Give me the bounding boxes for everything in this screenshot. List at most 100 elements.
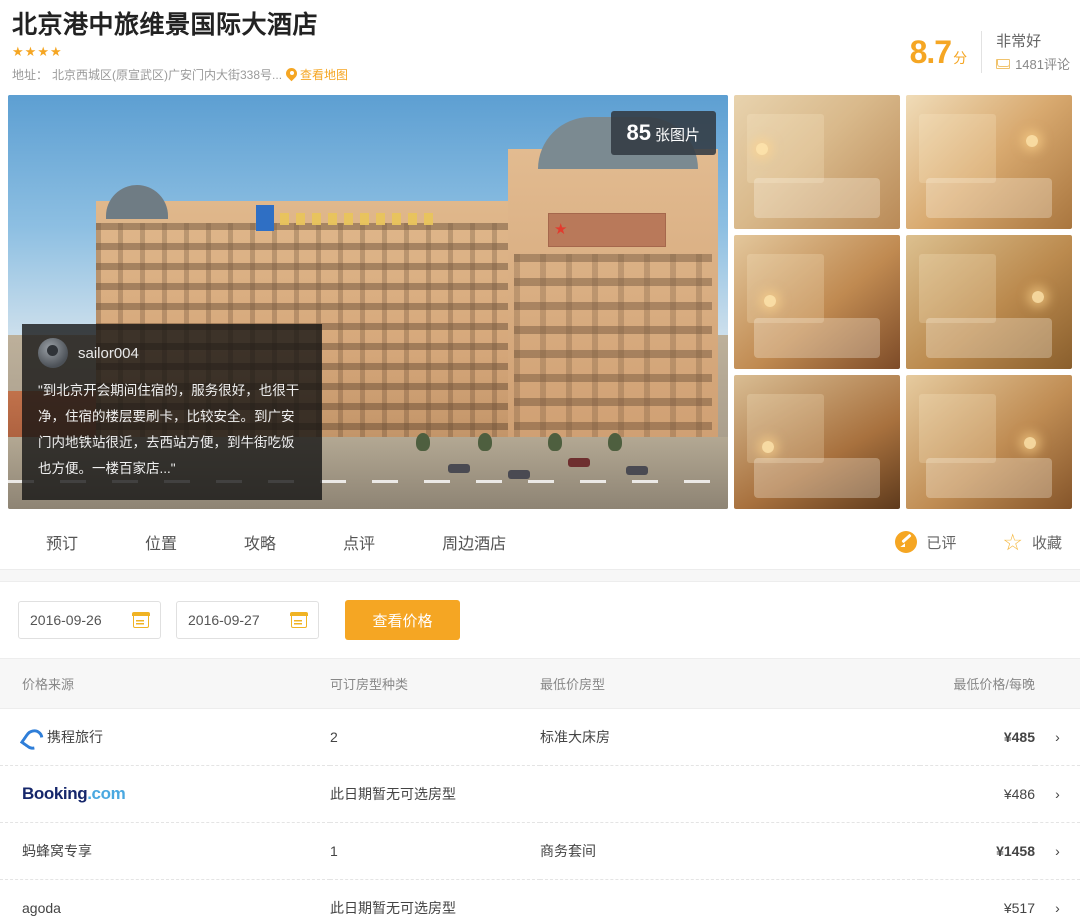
cell-source: 携程旅行: [0, 709, 330, 766]
thumbnail-row: [734, 375, 1072, 509]
column-header-price: 最低价格/每晚: [953, 677, 1035, 692]
hotel-sign: [548, 213, 666, 247]
subway-sign: [256, 205, 274, 231]
table-row[interactable]: 蚂蜂窝专享 1 商务套间 ¥1458 ›: [0, 823, 1080, 880]
roof-lettering: [280, 213, 440, 225]
favorite-label: 收藏: [1031, 534, 1062, 552]
tab-guide[interactable]: 攻略: [234, 530, 286, 554]
cell-price: ¥485: [1003, 729, 1035, 745]
address-label: 地址：: [12, 68, 49, 82]
thumbnail-photo[interactable]: [906, 235, 1072, 369]
column-header-room-count: 可订房型种类: [330, 677, 409, 692]
comment-icon: [996, 58, 1011, 69]
star-outline-icon: ☆: [1002, 529, 1023, 555]
reviewed-button[interactable]: 已评: [895, 531, 956, 553]
column-header-spacer: [1035, 659, 1080, 709]
header-actions: 已评 ☆ 收藏: [895, 529, 1062, 555]
tree: [608, 433, 622, 451]
thumbnail-photo[interactable]: [906, 375, 1072, 509]
tree: [548, 433, 562, 451]
cell-room-count: 此日期暂无可选房型: [330, 900, 456, 916]
divider: [981, 30, 983, 73]
tab-nearby-hotels[interactable]: 周边酒店: [432, 530, 516, 554]
table-body: 携程旅行 2 标准大床房 ¥485 › Booking.com 此日期暂无可选房…: [0, 709, 1080, 920]
hotel-tower-building: [508, 149, 718, 449]
photo-count-number: 85: [626, 120, 651, 145]
tab-reviews[interactable]: 点评: [333, 530, 385, 554]
rating-text-block: 非常好 1481评论: [996, 30, 1070, 73]
tab-booking[interactable]: 预订: [36, 530, 88, 554]
checkout-date-input[interactable]: 2016-09-27: [176, 601, 319, 639]
view-prices-button[interactable]: 查看价格: [345, 600, 460, 640]
score-value: 8.7: [909, 33, 952, 70]
review-header: sailor004: [38, 338, 306, 368]
thumbnail-grid: [734, 95, 1072, 515]
favorite-button[interactable]: ☆ 收藏: [1002, 529, 1062, 555]
thumbnail-photo[interactable]: [734, 235, 900, 369]
cell-price: ¥517: [1003, 900, 1035, 916]
cell-room-count: 2: [330, 729, 338, 745]
star-icon: ★: [24, 44, 38, 59]
cell-room-type: 商务套间: [540, 843, 596, 859]
thumbnail-row: [734, 95, 1072, 229]
checkin-date-value: 2016-09-26: [30, 612, 102, 628]
car: [448, 464, 470, 473]
pen-icon: [895, 531, 918, 553]
checkin-date-input[interactable]: 2016-09-26: [18, 601, 161, 639]
cell-source: Booking.com: [0, 766, 330, 823]
photo-count-label: 张图片: [654, 127, 700, 144]
thumbnail-row: [734, 235, 1072, 369]
map-pin-icon: [286, 68, 297, 81]
row-chevron-icon[interactable]: ›: [1035, 880, 1080, 920]
rating-word: 非常好: [996, 33, 1042, 50]
row-chevron-icon[interactable]: ›: [1035, 823, 1080, 880]
cell-room-type: 标准大床房: [540, 729, 610, 745]
rating-summary: 8.7 分 非常好 1481评论: [910, 30, 1070, 73]
section-divider: [0, 570, 1080, 582]
reviewed-label: 已评: [926, 534, 957, 552]
tree: [416, 433, 430, 451]
table-row[interactable]: agoda 此日期暂无可选房型 ¥517 ›: [0, 880, 1080, 920]
view-map-label: 查看地图: [300, 68, 349, 82]
column-header-room-type: 最低价房型: [540, 677, 606, 692]
featured-review-overlay[interactable]: sailor004 "到北京开会期间住宿的，服务很好，也很干净，住宿的楼层要刷卡…: [22, 324, 322, 500]
thumbnail-photo[interactable]: [906, 95, 1072, 229]
cell-room-count: 1: [330, 843, 338, 859]
thumbnail-photo[interactable]: [734, 95, 900, 229]
source-name: 携程旅行: [47, 729, 103, 745]
view-map-link[interactable]: 查看地图: [286, 66, 348, 83]
calendar-icon: [132, 611, 150, 628]
tree: [478, 433, 492, 451]
table-header-row: 价格来源 可订房型种类 最低价房型 最低价格/每晚: [0, 658, 1080, 709]
review-text: "到北京开会期间住宿的，服务很好，也很干净，住宿的楼层要刷卡，比较安全。到广安门…: [38, 383, 300, 476]
cell-room-type: [540, 880, 920, 920]
ctrip-icon: [22, 728, 40, 746]
booking-logo: Booking.com: [22, 784, 126, 803]
score-block: 8.7 分: [910, 36, 967, 68]
table-row[interactable]: 携程旅行 2 标准大床房 ¥485 ›: [0, 709, 1080, 766]
tab-location[interactable]: 位置: [135, 530, 187, 554]
cell-room-count: 此日期暂无可选房型: [330, 786, 456, 802]
table-row[interactable]: Booking.com 此日期暂无可选房型 ¥486 ›: [0, 766, 1080, 823]
cell-price: ¥486: [1003, 786, 1035, 802]
review-count-label: 1481评论: [1015, 57, 1070, 72]
table-head: 价格来源 可订房型种类 最低价房型 最低价格/每晚: [0, 658, 1080, 709]
date-search-row: 2016-09-26 2016-09-27 查看价格: [0, 582, 1080, 658]
photo-count-badge[interactable]: 85 张图片: [610, 111, 716, 155]
row-chevron-icon[interactable]: ›: [1035, 709, 1080, 766]
car: [508, 470, 530, 479]
row-chevron-icon[interactable]: ›: [1035, 766, 1080, 823]
thumbnail-photo[interactable]: [734, 375, 900, 509]
source-name: agoda: [22, 900, 61, 916]
star-icon: ★: [37, 44, 50, 59]
calendar-icon: [290, 611, 308, 628]
cell-source: agoda: [0, 880, 330, 920]
cell-price: ¥1458: [996, 843, 1035, 859]
source-name: 蚂蜂窝专享: [22, 843, 92, 859]
review-username: sailor004: [78, 344, 139, 362]
star-icon: ★: [49, 44, 63, 59]
review-count-row[interactable]: 1481评论: [996, 54, 1070, 73]
avatar: [38, 338, 68, 368]
main-photo[interactable]: 85 张图片 sailor004 "到北京开会期间住宿的，服务很好，也很干净，住…: [8, 95, 728, 509]
cell-room-type: [540, 766, 920, 823]
